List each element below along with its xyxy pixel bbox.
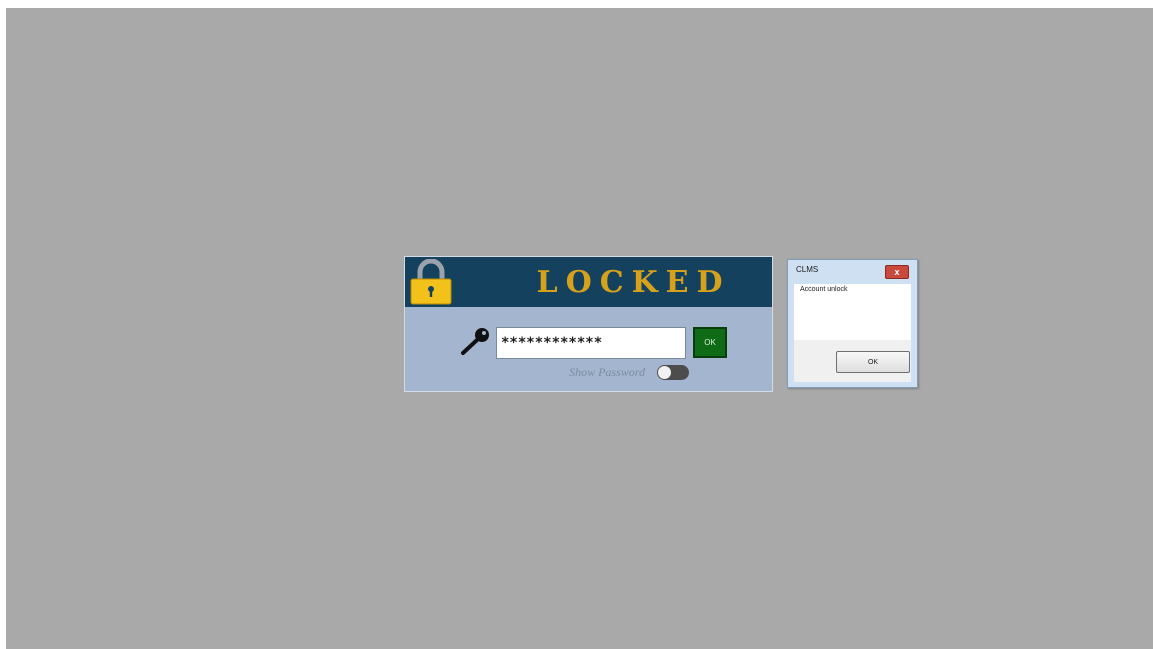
key-icon xyxy=(461,328,489,355)
message-box-ok-button[interactable]: OK xyxy=(836,351,910,373)
unlock-ok-button[interactable]: OK xyxy=(693,327,727,358)
lock-header: LOCKED xyxy=(405,257,772,307)
message-box: CLMS x Account unlock OK xyxy=(787,259,918,388)
message-box-title: CLMS xyxy=(796,265,819,274)
message-box-text: Account unlock xyxy=(800,286,848,293)
password-input[interactable] xyxy=(496,327,686,359)
toggle-knob xyxy=(658,366,671,379)
show-password-label: Show Password xyxy=(569,365,645,379)
message-box-titlebar[interactable]: CLMS x xyxy=(788,260,917,282)
close-icon[interactable]: x xyxy=(885,265,909,279)
show-password-toggle[interactable] xyxy=(657,365,689,380)
lock-title: LOCKED xyxy=(536,265,731,300)
message-box-footer: OK xyxy=(794,340,911,382)
lock-window: LOCKED OK Show Password xyxy=(404,256,773,392)
desktop-background: LOCKED OK Show Password CLMS x Account u… xyxy=(6,8,1153,649)
padlock-icon xyxy=(410,259,452,305)
